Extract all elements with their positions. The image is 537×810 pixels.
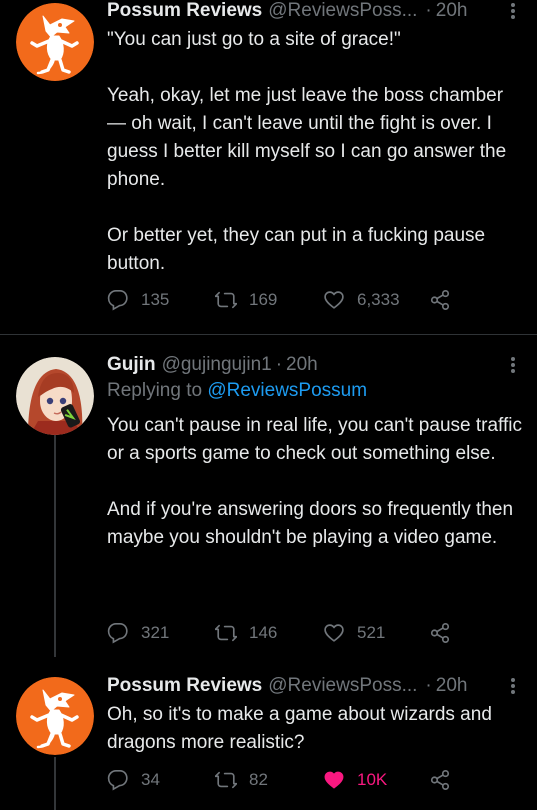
retweet-button[interactable]: 82 [215, 767, 268, 793]
retweet-button[interactable]: 169 [215, 287, 277, 313]
like-count: 521 [357, 623, 386, 642]
tweet-header: Gujin @gujingujin1 · 20h [107, 352, 523, 378]
tweet-header: Possum Reviews @ReviewsPoss... · 20h [107, 0, 523, 24]
retweet-count: 169 [249, 290, 278, 309]
user-handle[interactable]: @gujingujin1 [162, 354, 272, 376]
reply-button[interactable]: 34 [107, 767, 160, 793]
retweet-icon [215, 291, 237, 309]
avatar[interactable] [16, 357, 94, 435]
more-icon[interactable] [503, 352, 523, 378]
user-handle[interactable]: @ReviewsPoss... [268, 0, 417, 22]
separator-dot: · [425, 675, 432, 696]
replying-to: Replying to @ReviewsPossum [107, 380, 367, 402]
tweet-text: You can't pause in real life, you can't … [107, 415, 522, 548]
reply-count: 321 [141, 623, 170, 642]
share-icon [430, 290, 450, 310]
retweet-count: 82 [249, 770, 268, 789]
display-name[interactable]: Gujin [107, 354, 156, 376]
display-name[interactable]: Possum Reviews [107, 0, 262, 22]
thread-line [54, 435, 56, 657]
heart-icon [324, 291, 344, 309]
share-icon [430, 623, 450, 643]
share-button[interactable] [429, 767, 463, 793]
reply-icon [107, 770, 128, 791]
tweet-1[interactable]: Possum Reviews @ReviewsPoss... · 20h "Yo… [0, 0, 537, 335]
reply-icon [107, 623, 128, 644]
retweet-button[interactable]: 146 [215, 620, 277, 646]
avatar[interactable] [16, 677, 94, 755]
tweet-header: Possum Reviews @ReviewsPoss... · 20h [107, 673, 523, 699]
retweet-icon [215, 771, 237, 789]
display-name[interactable]: Possum Reviews [107, 675, 262, 697]
tweet-text: "You can just go to a site of grace!" Ye… [107, 29, 507, 274]
timestamp[interactable]: 20h [436, 675, 468, 697]
separator-dot: · [425, 0, 432, 21]
retweet-icon [215, 624, 237, 642]
like-count: 6,333 [357, 290, 400, 309]
heart-icon [324, 624, 344, 642]
replying-to-handle-link[interactable]: @ReviewsPossum [207, 380, 367, 401]
share-button[interactable] [429, 287, 463, 313]
retweet-count: 146 [249, 623, 278, 642]
like-count: 10K [357, 770, 388, 789]
tweet-text: Oh, so it's to make a game about wizards… [107, 704, 492, 753]
share-icon [430, 770, 450, 790]
reply-button[interactable]: 321 [107, 620, 169, 646]
more-icon[interactable] [503, 673, 523, 699]
timestamp[interactable]: 20h [286, 354, 318, 376]
tweet-2[interactable]: Gujin @gujingujin1 · 20h Replying to @Re… [0, 335, 537, 657]
more-icon[interactable] [503, 0, 523, 24]
reply-icon [107, 290, 128, 311]
thread-line [54, 757, 56, 810]
avatar[interactable] [16, 3, 94, 81]
reply-count: 34 [141, 770, 160, 789]
tweet-actions: 321 146 521 [107, 620, 467, 646]
share-button[interactable] [429, 620, 463, 646]
heart-icon [324, 771, 344, 789]
tweet-actions: 34 82 10K [107, 767, 467, 793]
like-button[interactable]: 521 [323, 620, 385, 646]
tweet-3[interactable]: Possum Reviews @ReviewsPoss... · 20h Oh,… [0, 657, 537, 810]
reply-button[interactable]: 135 [107, 287, 169, 313]
timestamp[interactable]: 20h [436, 0, 468, 22]
tweet-actions: 135 169 6,333 [107, 287, 467, 313]
like-button[interactable]: 6,333 [323, 287, 400, 313]
reply-count: 135 [141, 290, 170, 309]
user-handle[interactable]: @ReviewsPoss... [268, 675, 417, 697]
replying-to-label: Replying to [107, 380, 203, 401]
separator-dot: · [275, 354, 283, 375]
like-button[interactable]: 10K [323, 767, 387, 793]
